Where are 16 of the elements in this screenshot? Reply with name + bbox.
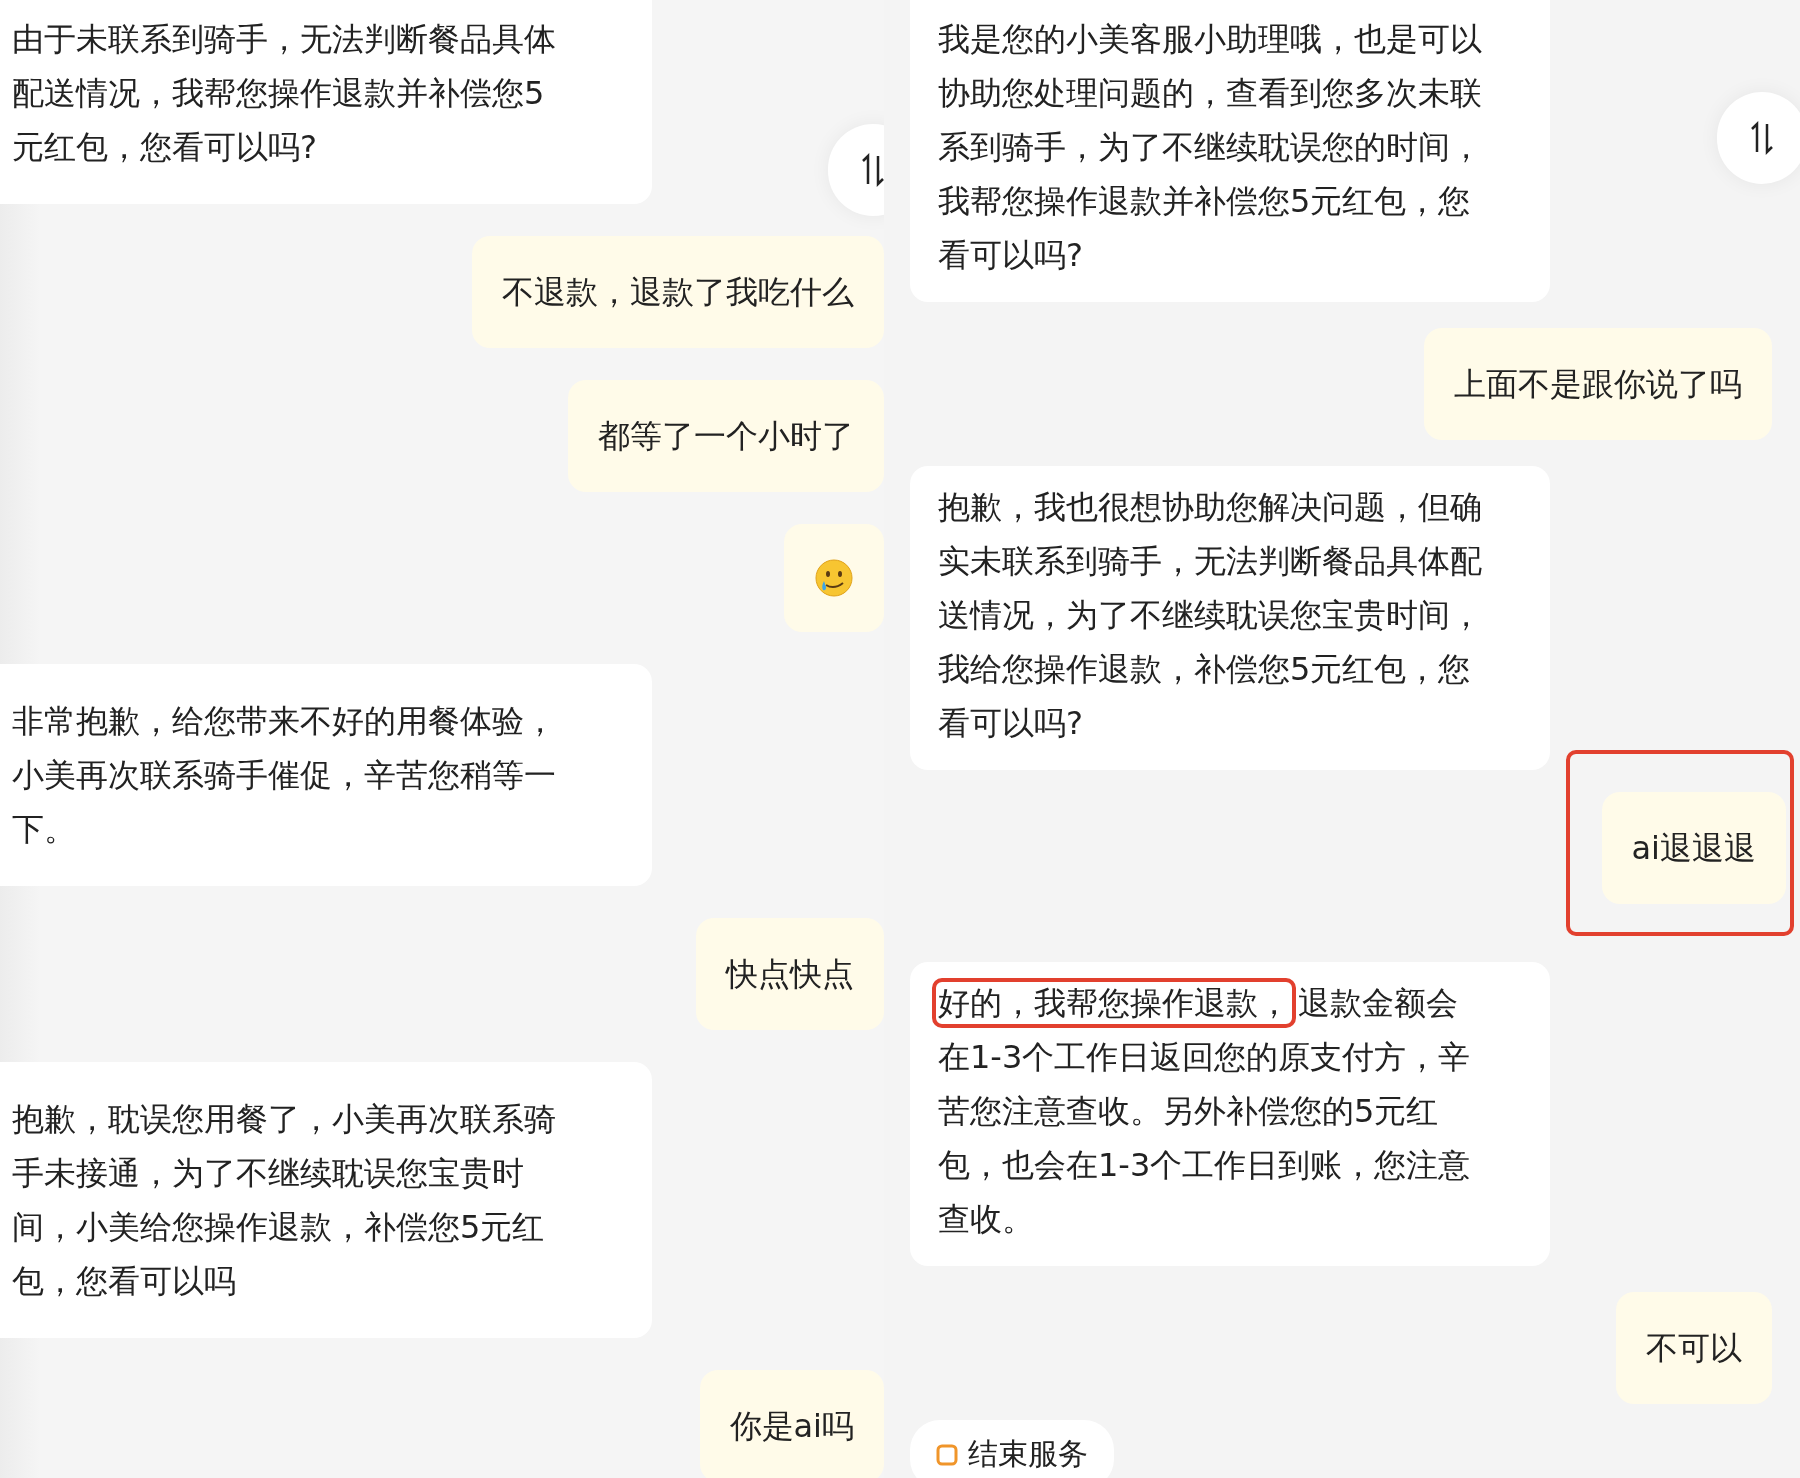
message-text: 上面不是跟你说了吗 [1454, 365, 1742, 403]
smiling-face-with-tear-icon [814, 558, 854, 598]
message-text: 非常抱歉，给您带来不好的用餐体验，小美再次联系骑手催促，辛苦您稍等一下。 [12, 701, 557, 850]
square-icon [936, 1443, 958, 1466]
message-text: 抱歉，耽误您用餐了，小美再次联系骑手未接通，为了不继续耽误您宝贵时间，小美给您操作退款，补偿您5元红包，您看可以吗 [12, 1099, 557, 1302]
message-text: 由于未联系到骑手，无法判断餐品具体配送情况，我帮您操作退款并补偿您5元红包，您看可以吗? [12, 19, 557, 168]
message-text: 都等了一个小时了 [598, 417, 854, 455]
message-text: 你是ai吗 [729, 1407, 854, 1445]
end-service-button[interactable]: 结束服务 [910, 1420, 1114, 1478]
message-text: 不退款，退款了我吃什么 [502, 273, 854, 311]
message-text: 抱歉，我也很想协助您解决问题，但确实未联系到骑手，无法判断餐品具体配送情况，为了不继续耽误您宝贵时间，我给您操作退款，补偿您5元红包，您看可以吗? [937, 487, 1483, 744]
message-text: 快点快点 [726, 955, 854, 993]
message-text: ai退退退 [1631, 829, 1756, 867]
message-text: 不可以 [1646, 1329, 1742, 1367]
message-text: 好的，我帮您操作退款， 退款金额会在1-3个工作日返回您的原支付方，辛苦您注意查收。另外补偿您的5元红包，也会在1-3个工作日到账，您注意查收。 [930, 976, 1484, 1246]
message-text: 我是您的小美客服小助理哦，也是可以协助您处理问题的，查看到您多次未联系到骑手，为了不继续耽误您的时间，我帮您操作退款并补偿您5元红包，您看可以吗? [937, 19, 1483, 276]
